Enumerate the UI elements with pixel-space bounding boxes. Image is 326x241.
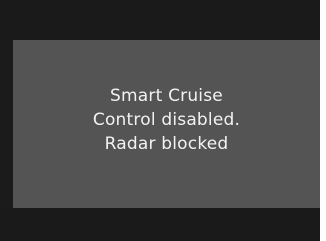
- display-top-bar: [0, 0, 320, 40]
- warning-message: Smart Cruise Control disabled. Radar blo…: [13, 84, 320, 156]
- warning-message-line-2: Control disabled.: [92, 110, 241, 130]
- warning-message-panel: Smart Cruise Control disabled. Radar blo…: [13, 40, 320, 208]
- warning-message-line-1: Smart Cruise: [110, 86, 223, 106]
- cluster-display: Smart Cruise Control disabled. Radar blo…: [0, 0, 320, 241]
- display-bottom-bar: [0, 208, 320, 241]
- screenshot-frame: Smart Cruise Control disabled. Radar blo…: [0, 0, 326, 241]
- warning-message-line-3: Radar blocked: [104, 134, 229, 154]
